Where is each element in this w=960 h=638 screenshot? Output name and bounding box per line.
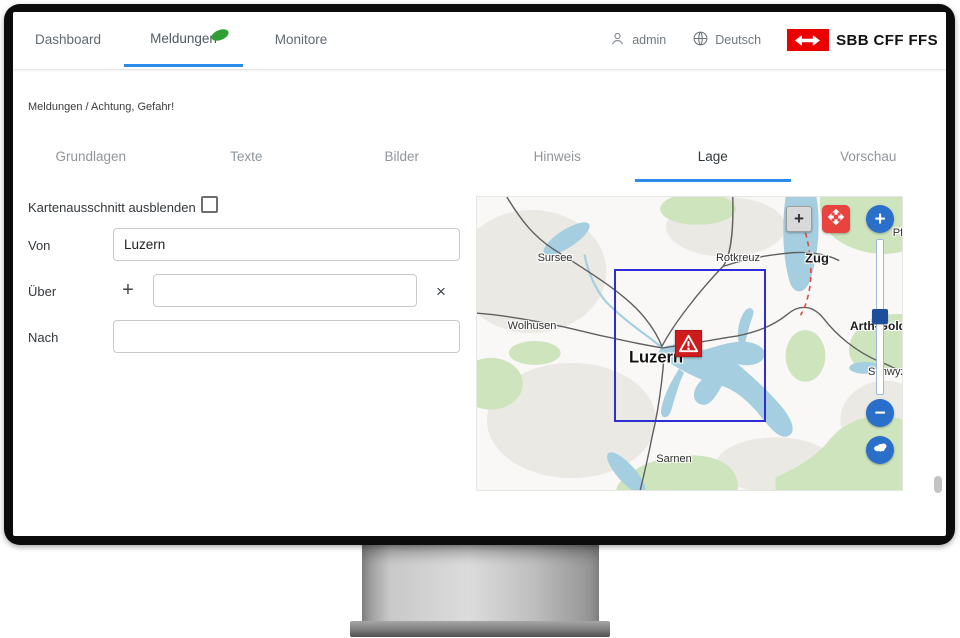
- language-menu[interactable]: Deutsch: [692, 30, 761, 50]
- tab-lage[interactable]: Lage: [635, 134, 791, 182]
- header-right: admin Deutsch SBB: [609, 12, 938, 68]
- tab-bilder[interactable]: Bilder: [324, 134, 480, 182]
- ueber-input[interactable]: [153, 274, 417, 307]
- map-expand-button[interactable]: +: [786, 206, 812, 232]
- hide-map-checkbox[interactable]: [201, 196, 218, 213]
- pan-mode-button[interactable]: [822, 205, 850, 233]
- nav-item-meldungen[interactable]: Meldungen: [124, 12, 243, 67]
- breadcrumb: Meldungen / Achtung, Gefahr!: [28, 101, 174, 113]
- tab-label: Vorschau: [840, 149, 896, 164]
- user-icon: [609, 30, 626, 50]
- nav-label: Monitore: [275, 32, 328, 47]
- nav-item-monitore[interactable]: Monitore: [249, 12, 353, 67]
- tab-grundlagen[interactable]: Grundlagen: [13, 134, 169, 182]
- app-screen: Dashboard Meldungen Monitore admin: [13, 12, 946, 536]
- tab-texte[interactable]: Texte: [169, 134, 325, 182]
- tab-label: Grundlagen: [55, 149, 126, 164]
- monitor-bezel: Dashboard Meldungen Monitore admin: [4, 4, 955, 545]
- switzerland-icon: [871, 439, 889, 461]
- tab-label: Lage: [698, 149, 728, 164]
- tab-hinweis[interactable]: Hinweis: [480, 134, 636, 182]
- zoom-in-button[interactable]: +: [866, 205, 894, 233]
- language-label: Deutsch: [715, 33, 761, 47]
- tab-label: Hinweis: [534, 149, 581, 164]
- monitor-stand-base: [350, 621, 610, 637]
- warning-marker-icon[interactable]: [675, 330, 702, 357]
- map-canvas[interactable]: Sursee Rotkreuz Zug Wolhusen Luzern Arth…: [476, 196, 903, 491]
- plus-icon: +: [794, 209, 804, 229]
- zoom-slider-handle[interactable]: [872, 309, 888, 324]
- add-stop-button[interactable]: +: [118, 280, 138, 300]
- clear-stop-button[interactable]: ×: [431, 281, 451, 301]
- von-label: Von: [28, 238, 50, 253]
- tab-vorschau[interactable]: Vorschau: [791, 134, 947, 182]
- minus-icon: −: [874, 404, 885, 423]
- ueber-label: Über: [28, 284, 56, 299]
- nach-input[interactable]: [113, 320, 460, 353]
- nav-label: Meldungen: [150, 31, 217, 46]
- sbb-arrows-icon: [787, 29, 829, 51]
- globe-icon: [692, 30, 709, 50]
- tabs-row: Grundlagen Texte Bilder Hinweis Lage Vor…: [13, 134, 946, 182]
- nav-label: Dashboard: [35, 32, 101, 47]
- brand-text: SBB CFF FFS: [836, 32, 938, 49]
- move-icon: [827, 208, 845, 231]
- close-icon: ×: [436, 283, 446, 300]
- user-label: admin: [632, 33, 666, 47]
- tab-label: Texte: [230, 149, 262, 164]
- country-overview-button[interactable]: [866, 436, 894, 464]
- plus-icon: +: [122, 280, 134, 300]
- hide-map-label: Kartenausschnitt ausblenden: [28, 200, 196, 215]
- tab-label: Bilder: [384, 149, 419, 164]
- von-input[interactable]: [113, 228, 460, 261]
- sbb-logo: SBB CFF FFS: [787, 29, 938, 51]
- plus-icon: +: [874, 210, 885, 229]
- nav-item-dashboard[interactable]: Dashboard: [35, 12, 101, 67]
- nach-label: Nach: [28, 330, 58, 345]
- app-header: Dashboard Meldungen Monitore admin: [13, 12, 946, 70]
- user-menu[interactable]: admin: [609, 30, 666, 50]
- monitor-stand-neck: [362, 545, 599, 623]
- vertical-scrollbar-thumb[interactable]: [934, 476, 942, 493]
- zoom-out-button[interactable]: −: [866, 399, 894, 427]
